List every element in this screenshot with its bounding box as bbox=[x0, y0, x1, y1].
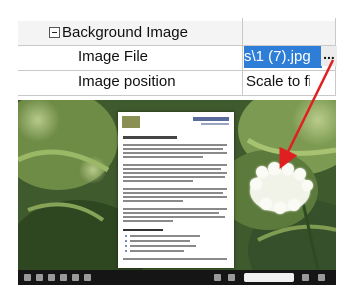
annotation-arrow bbox=[279, 59, 335, 169]
